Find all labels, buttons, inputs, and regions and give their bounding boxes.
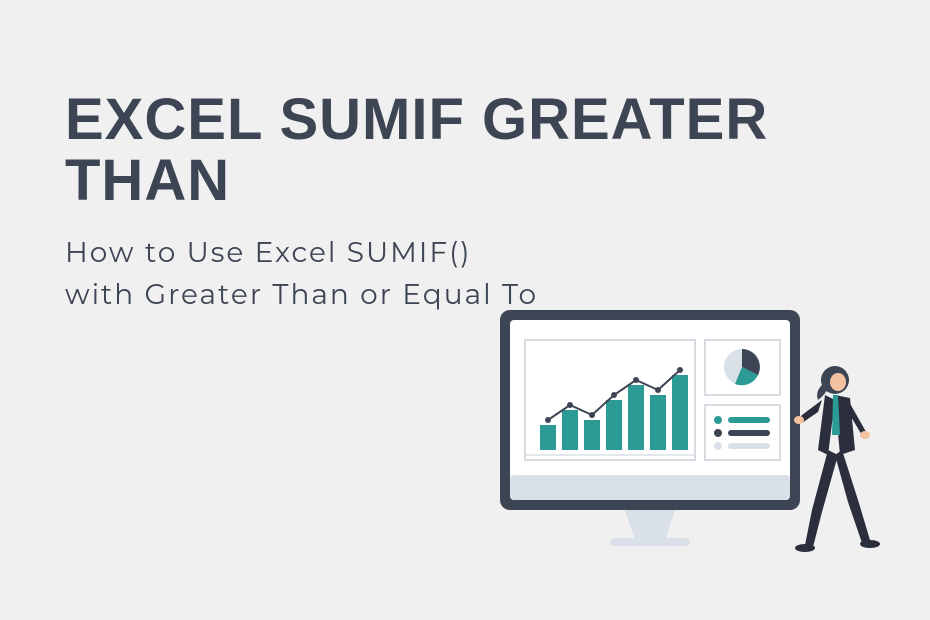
monitor-icon (500, 310, 800, 546)
person-icon (794, 366, 880, 552)
page-heading: EXCEL SUMIF GREATER THAN (65, 90, 865, 212)
subheading-line-1: How to Use Excel SUMIF() (65, 236, 472, 270)
subheading-line-2: with Greater Than or Equal To (65, 278, 538, 312)
illustration-container (470, 300, 890, 570)
